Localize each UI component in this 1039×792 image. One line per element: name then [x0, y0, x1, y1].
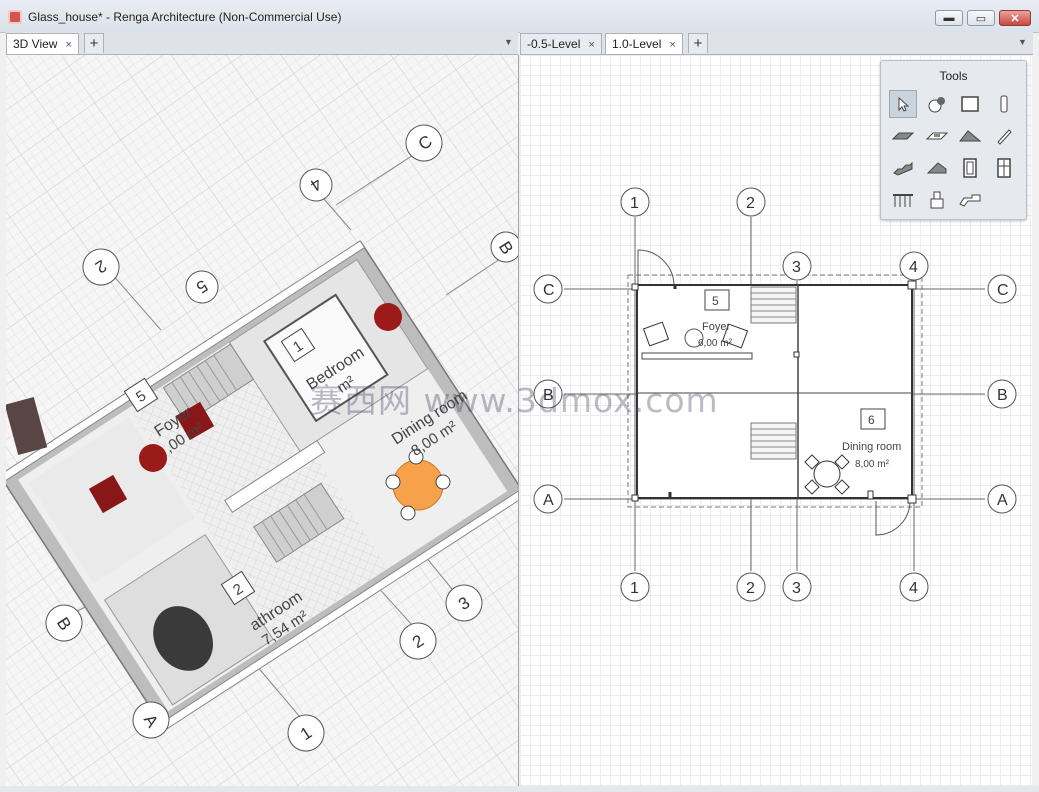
room-area: 6,00 m²	[698, 338, 733, 349]
column-icon	[1000, 95, 1008, 113]
stair-icon	[893, 161, 913, 176]
tab-label: 3D View	[13, 37, 58, 51]
object-style-tool[interactable]	[923, 90, 951, 118]
svg-text:1: 1	[630, 580, 639, 597]
tab-close-icon[interactable]: ×	[588, 39, 594, 51]
svg-text:B: B	[997, 387, 1008, 404]
tools-palette: Tools	[880, 60, 1027, 220]
left-tab-strip: 3D View × + ▼	[6, 32, 518, 55]
dining-chair	[435, 474, 451, 490]
svg-text:C: C	[997, 282, 1009, 299]
tools-title: Tools	[939, 69, 968, 83]
watermark: 赛西网 www.3dmox.com	[310, 381, 719, 420]
dining-chair	[400, 505, 416, 521]
element-icon	[959, 194, 981, 207]
tab-label: 1.0-Level	[612, 37, 662, 51]
opening-tool[interactable]	[923, 122, 951, 150]
maximize-icon: ▭	[975, 12, 987, 25]
slab-tool[interactable]	[889, 122, 917, 150]
right-tab-strip: -0.5-Level × 1.0-Level × + ▼	[520, 32, 1033, 55]
tab-label: -0.5-Level	[527, 37, 581, 51]
room-name: Foyer	[702, 321, 730, 333]
maximize-button[interactable]: ▭	[967, 10, 995, 26]
svg-text:A: A	[543, 492, 554, 509]
minimize-icon: ▬	[943, 12, 955, 24]
roof-tool[interactable]	[956, 122, 984, 150]
tab-level-minus-0-5[interactable]: -0.5-Level ×	[520, 33, 602, 54]
svg-text:3: 3	[792, 580, 801, 597]
select-icon	[898, 96, 910, 112]
equipment-tool[interactable]	[923, 186, 951, 214]
renga-app-icon	[8, 10, 22, 24]
equipment-icon	[930, 191, 944, 209]
svg-text:4: 4	[909, 580, 918, 597]
dining-table	[813, 460, 841, 488]
svg-text:1: 1	[630, 195, 639, 212]
column-tool[interactable]	[990, 90, 1018, 118]
svg-text:4: 4	[909, 259, 918, 276]
close-button[interactable]: ✕	[999, 10, 1031, 26]
room-name: Dining room	[842, 441, 901, 453]
svg-text:2: 2	[746, 195, 755, 212]
wall-icon	[961, 96, 979, 112]
svg-text:C: C	[543, 282, 555, 299]
window-tool[interactable]	[990, 154, 1018, 182]
door-swing	[875, 500, 911, 536]
ramp-tool[interactable]	[923, 154, 951, 182]
room-area: 8,00 m²	[855, 459, 890, 470]
minimize-button[interactable]: ▬	[935, 10, 963, 26]
svg-text:3: 3	[792, 259, 801, 276]
dining-chair	[385, 474, 401, 490]
add-tab-button[interactable]: +	[84, 33, 104, 53]
railing-icon	[893, 194, 913, 207]
object-style-icon	[928, 97, 945, 113]
wall-tool[interactable]	[956, 90, 984, 118]
opening-icon	[925, 132, 949, 140]
railing-tool[interactable]	[889, 186, 917, 214]
status-strip	[0, 786, 1039, 792]
door-tool[interactable]	[956, 154, 984, 182]
title-bar: Glass_house* - Renga Architecture (Non-C…	[0, 0, 1039, 33]
tab-3d-view[interactable]: 3D View ×	[6, 33, 79, 54]
tab-close-icon[interactable]: ×	[669, 39, 675, 51]
door-icon	[963, 158, 977, 178]
beam-icon	[997, 129, 1012, 145]
select-tool[interactable]	[889, 90, 917, 118]
tab-menu-icon[interactable]: ▼	[1018, 37, 1027, 47]
ramp-icon	[926, 162, 947, 174]
window-icon	[997, 158, 1011, 178]
slab-icon	[891, 132, 915, 140]
room-number: 6	[868, 413, 875, 427]
stool-red	[374, 303, 402, 331]
element-tool[interactable]	[956, 186, 984, 214]
tab-close-icon[interactable]: ×	[65, 39, 71, 51]
tab-level-1-0[interactable]: 1.0-Level ×	[605, 33, 683, 54]
close-icon: ✕	[1010, 12, 1020, 25]
tab-menu-icon[interactable]: ▼	[504, 37, 513, 47]
window-title: Glass_house* - Renga Architecture (Non-C…	[28, 10, 342, 24]
stair-tool[interactable]	[889, 154, 917, 182]
beam-tool[interactable]	[990, 122, 1018, 150]
add-tab-button[interactable]: +	[688, 33, 708, 53]
room-number: 5	[712, 294, 719, 308]
svg-text:2: 2	[746, 580, 755, 597]
window-sill	[641, 352, 753, 360]
stool-red	[139, 444, 167, 472]
svg-text:A: A	[997, 492, 1008, 509]
dining-table	[392, 459, 444, 511]
door-swing	[637, 249, 675, 287]
roof-icon	[958, 130, 982, 142]
